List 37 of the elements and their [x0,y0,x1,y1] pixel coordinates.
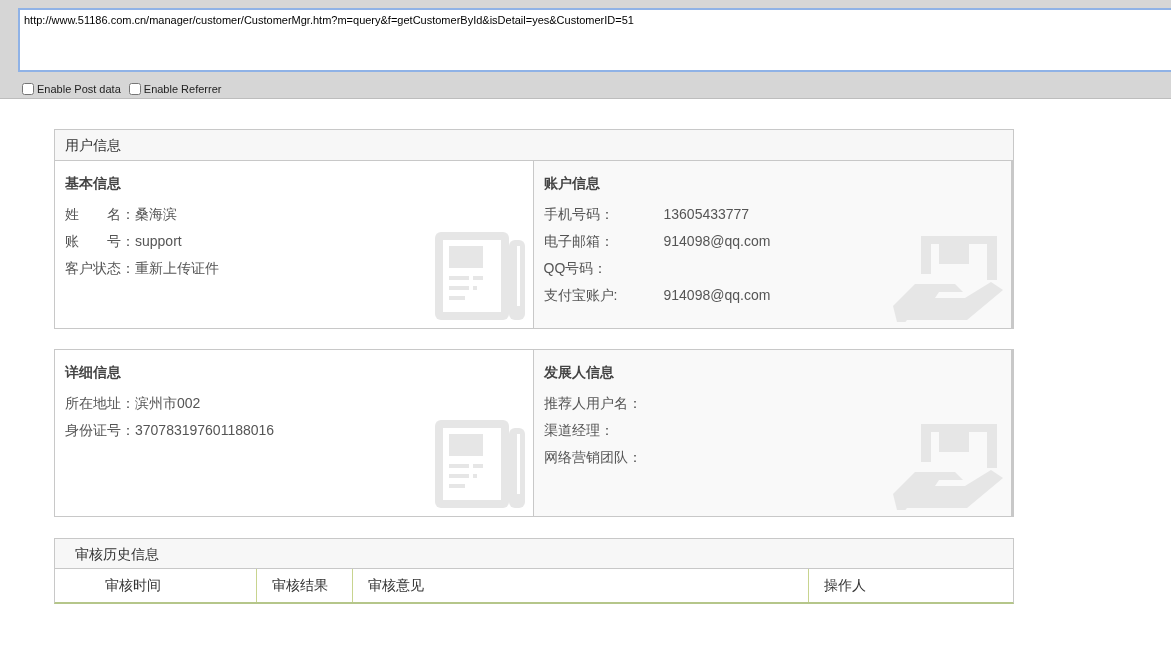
newspaper-icon [434,418,527,510]
field-value: 914098@qq.com [663,286,771,305]
field-value: 914098@qq.com [663,232,771,251]
field-label: 电子邮箱： [543,232,615,251]
field-label: 手机号码： [543,205,615,224]
section-title: 发展人信息 [543,363,615,382]
option-label[interactable]: Enable Post data [37,81,121,98]
column-header: 操作人 [808,569,1013,602]
panel-title: 审核历史信息 [55,539,1013,569]
field-label: 所在地址： [65,394,135,413]
field-value: support [135,232,182,251]
section-title: 账户信息 [543,174,601,193]
url-input-field[interactable]: http://www.51186.com.cn/manager/customer/CustomerMgr.htm?m=query&f=getCustomerById&isDetail=yes&CustomerID=51 [18,8,1171,72]
option-checkbox[interactable] [22,83,34,96]
panel-title: 用户信息 [55,130,1013,161]
field-value: 13605433777 [663,205,750,224]
field-value: 370783197601188016 [135,421,275,440]
field-value: 桑海滨 [135,205,177,224]
column-header: 审核时间 [104,576,162,595]
field-value: 重新上传证件 [135,259,219,278]
section-title: 详细信息 [65,363,122,382]
field-label: 姓 名： [65,205,135,224]
section-title: 基本信息 [65,174,122,193]
column-header: 审核结果 [256,569,352,602]
newspaper-icon [434,230,527,322]
field-label: 身份证号： [65,421,135,440]
option-checkbox[interactable] [128,83,141,96]
column-header: 审核意见 [352,569,808,602]
field-label: QQ号码： [543,259,609,278]
field-label: 网络营销团队： [543,448,642,467]
field-label: 支付宝账户: [543,286,619,305]
field-label: 账 号： [65,232,135,251]
option-label[interactable]: Enable Referrer [143,81,222,98]
field-label: 推荐人用户名： [543,394,642,413]
field-value: 滨州市002 [135,394,201,413]
field-label: 客户状态： [65,259,135,278]
field-label: 渠道经理： [543,421,614,440]
